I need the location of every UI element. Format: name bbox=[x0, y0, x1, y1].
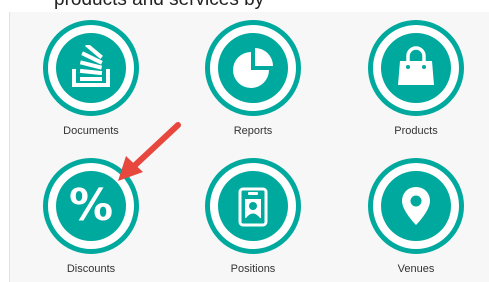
tile-label: Discounts bbox=[66, 263, 116, 275]
cropped-header-text: products and services by bbox=[54, 0, 264, 11]
tile-label: Positions bbox=[230, 263, 276, 275]
discounts-icon-circle: % bbox=[43, 158, 139, 254]
tile-documents[interactable]: Documents bbox=[11, 12, 171, 142]
shopping-bag-icon bbox=[381, 33, 451, 103]
percent-icon: % bbox=[56, 171, 126, 241]
id-badge-icon bbox=[218, 171, 288, 241]
tile-products[interactable]: Products bbox=[336, 12, 489, 142]
venues-icon-circle bbox=[368, 158, 464, 254]
tile-discounts[interactable]: % Discounts bbox=[11, 150, 171, 280]
tile-label: Venues bbox=[397, 263, 435, 275]
tile-label: Documents bbox=[63, 125, 119, 137]
map-pin-icon bbox=[381, 171, 451, 241]
tile-positions[interactable]: Positions bbox=[173, 150, 333, 280]
tile-venues[interactable]: Venues bbox=[336, 150, 489, 280]
top-cropped-text-strip: products and services by bbox=[0, 0, 489, 12]
documents-icon-circle bbox=[43, 20, 139, 116]
reports-icon-circle bbox=[205, 20, 301, 116]
products-icon-circle bbox=[368, 20, 464, 116]
positions-icon-circle bbox=[205, 158, 301, 254]
tile-label: Reports bbox=[233, 125, 273, 137]
tile-grid: Documents Reports Products % Discounts P… bbox=[9, 12, 489, 282]
tile-reports[interactable]: Reports bbox=[173, 12, 333, 142]
tile-label: Products bbox=[394, 125, 438, 137]
pie-chart-icon bbox=[218, 33, 288, 103]
stack-icon bbox=[56, 33, 126, 103]
